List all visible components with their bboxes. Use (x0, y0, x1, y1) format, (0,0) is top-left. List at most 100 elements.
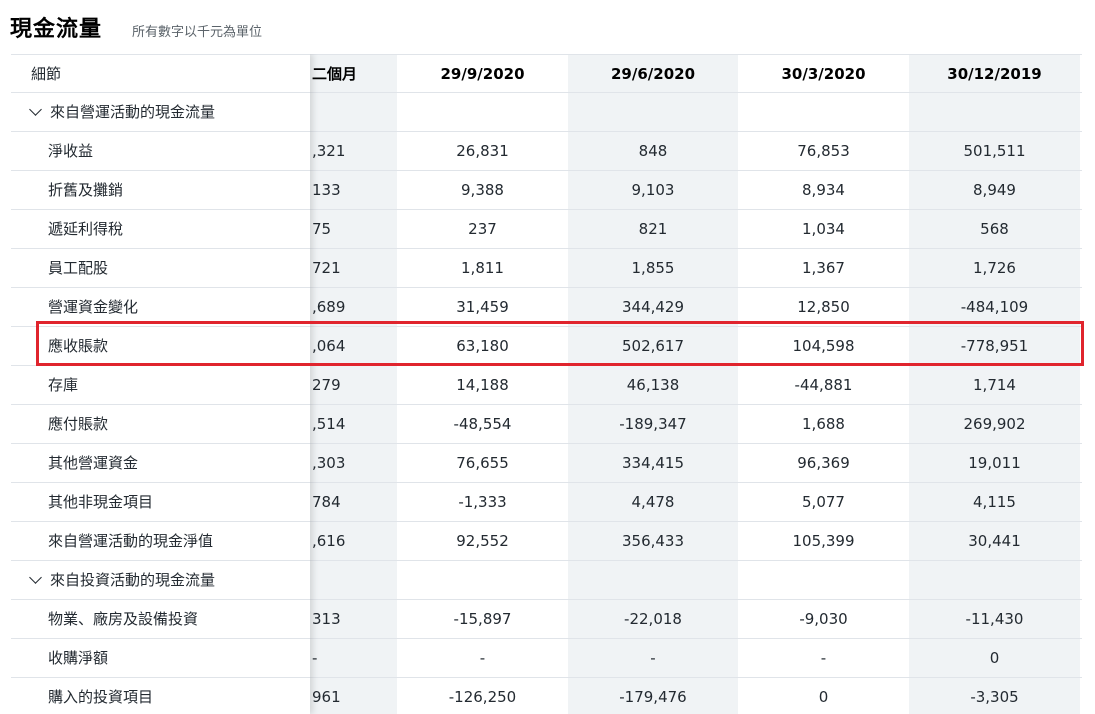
table-cell: ,514 (312, 415, 346, 433)
row-label-cell: 應付賬款 (11, 405, 310, 444)
table-cell: -9,030 (799, 610, 848, 628)
table-cell: ,616 (312, 532, 346, 550)
table-cell: 1,034 (802, 220, 845, 238)
table-row: - - - - 0 (310, 639, 1082, 678)
table-cell: - (479, 649, 486, 667)
label-column-header: 細節 (11, 54, 310, 93)
table-header-row: 二個月 29/9/2020 29/6/2020 30/3/2020 30/12/2019 (310, 54, 1082, 93)
table-cell (310, 93, 397, 131)
row-label: 物業、廠房及設備投資 (48, 610, 199, 628)
table-row: 961 -126,250 -179,476 0 -3,305 (310, 678, 1082, 714)
table-cell: 96,369 (797, 454, 850, 472)
table-cell: 501,511 (963, 142, 1026, 160)
table-cell: 1,688 (802, 415, 845, 433)
column-header[interactable]: 29/9/2020 (397, 55, 568, 93)
table-cell: 5,077 (802, 493, 845, 511)
table-cell: - (312, 649, 318, 667)
table-cell: 76,853 (797, 142, 850, 160)
table-cell: 92,552 (456, 532, 509, 550)
table-cell: ,303 (312, 454, 346, 472)
table-cell: -3,305 (970, 688, 1019, 706)
table-cell: 821 (638, 220, 668, 238)
row-label: 購入的投資項目 (48, 688, 154, 706)
table-cell: 133 (312, 181, 341, 199)
table-cell: -179,476 (619, 688, 687, 706)
table-cell: 14,188 (456, 376, 509, 394)
table-cell: -48,554 (453, 415, 512, 433)
table-cell (568, 93, 738, 131)
table-cell (738, 93, 909, 131)
table-cell: -22,018 (624, 610, 682, 628)
row-label: 來自投資活動的現金流量 (50, 571, 216, 589)
table-cell: 568 (980, 220, 1009, 238)
table-cell: 269,902 (963, 415, 1026, 433)
table-cell: -15,897 (453, 610, 512, 628)
table-cell: 9,388 (461, 181, 504, 199)
table-cell (909, 93, 1080, 131)
table-cell (397, 561, 568, 599)
row-label-cell: 其他營運資金 (11, 444, 310, 483)
table-row (310, 93, 1082, 132)
table-row: ,303 76,655 334,415 96,369 19,011 (310, 444, 1082, 483)
table-cell: 721 (312, 259, 341, 277)
table-cell: 105,399 (792, 532, 855, 550)
table-row: 279 14,188 46,138 -44,881 1,714 (310, 366, 1082, 405)
row-label: 其他營運資金 (48, 454, 139, 472)
row-label: 遞延利得稅 (48, 220, 124, 238)
table-cell: 279 (312, 376, 341, 394)
table-cell: 76,655 (456, 454, 509, 472)
table-cell: 1,714 (973, 376, 1016, 394)
row-label: 來自營運活動的現金淨值 (48, 532, 214, 550)
table-cell (568, 561, 738, 599)
table-row: ,616 92,552 356,433 105,399 30,441 (310, 522, 1082, 561)
scrollable-columns[interactable]: 二個月 29/9/2020 29/6/2020 30/3/2020 30/12/2019… (310, 54, 1082, 714)
row-label: 折舊及攤銷 (48, 181, 124, 199)
column-header[interactable]: 30/12/2019 (909, 55, 1080, 93)
row-label-cell: 遞延利得稅 (11, 210, 310, 249)
table-row: 313 -15,897 -22,018 -9,030 -11,430 (310, 600, 1082, 639)
table-cell: - (650, 649, 656, 667)
page-title: 現金流量 (10, 17, 103, 42)
table-cell: 8,934 (802, 181, 845, 199)
table-cell: 8,949 (973, 181, 1016, 199)
column-header[interactable]: 二個月 (310, 55, 397, 93)
row-label: 細節 (31, 65, 62, 83)
chevron-down-icon[interactable] (29, 103, 42, 116)
table-cell: 26,831 (456, 142, 509, 160)
table-cell: 784 (312, 493, 341, 511)
cash-flow-table[interactable]: 二個月 29/9/2020 29/6/2020 30/3/2020 30/12/2019… (11, 54, 1082, 714)
table-cell: 0 (989, 649, 1000, 667)
page-header: 現金流量 所有數字以千元為單位 (10, 10, 262, 44)
table-cell (738, 561, 909, 599)
row-label: 員工配股 (48, 259, 109, 277)
row-label: 淨收益 (48, 142, 94, 160)
row-label-cell: 存庫 (11, 366, 310, 405)
row-label-cell: 物業、廠房及設備投資 (11, 600, 310, 639)
column-header[interactable]: 29/6/2020 (568, 55, 738, 93)
table-cell: 1,367 (802, 259, 845, 277)
table-cell: 46,138 (626, 376, 680, 394)
row-label: 來自營運活動的現金流量 (50, 103, 216, 121)
column-header[interactable]: 30/3/2020 (738, 55, 909, 93)
table-cell: 1,726 (973, 259, 1016, 277)
row-label-cell: 折舊及攤銷 (11, 171, 310, 210)
row-label: 存庫 (48, 376, 79, 394)
section-toggle[interactable]: 來自營運活動的現金流量 (11, 93, 310, 132)
table-cell: -11,430 (965, 610, 1024, 628)
table-cell: 0 (818, 688, 829, 706)
row-label-cell: 淨收益 (11, 132, 310, 171)
table-cell: 334,415 (621, 454, 685, 472)
table-cell: 237 (468, 220, 497, 238)
table-cell: 848 (638, 142, 668, 160)
table-row: ,321 26,831 848 76,853 501,511 (310, 132, 1082, 171)
table-cell: 1,811 (461, 259, 504, 277)
table-row (310, 561, 1082, 600)
table-cell: ,321 (312, 142, 346, 160)
section-toggle[interactable]: 來自投資活動的現金流量 (11, 561, 310, 600)
table-cell: -126,250 (448, 688, 517, 706)
row-label-cell: 來自營運活動的現金淨值 (11, 522, 310, 561)
chevron-down-icon[interactable] (29, 571, 42, 584)
table-row: 133 9,388 9,103 8,934 8,949 (310, 171, 1082, 210)
table-cell: - (820, 649, 827, 667)
row-label: 其他非現金項目 (48, 493, 154, 511)
